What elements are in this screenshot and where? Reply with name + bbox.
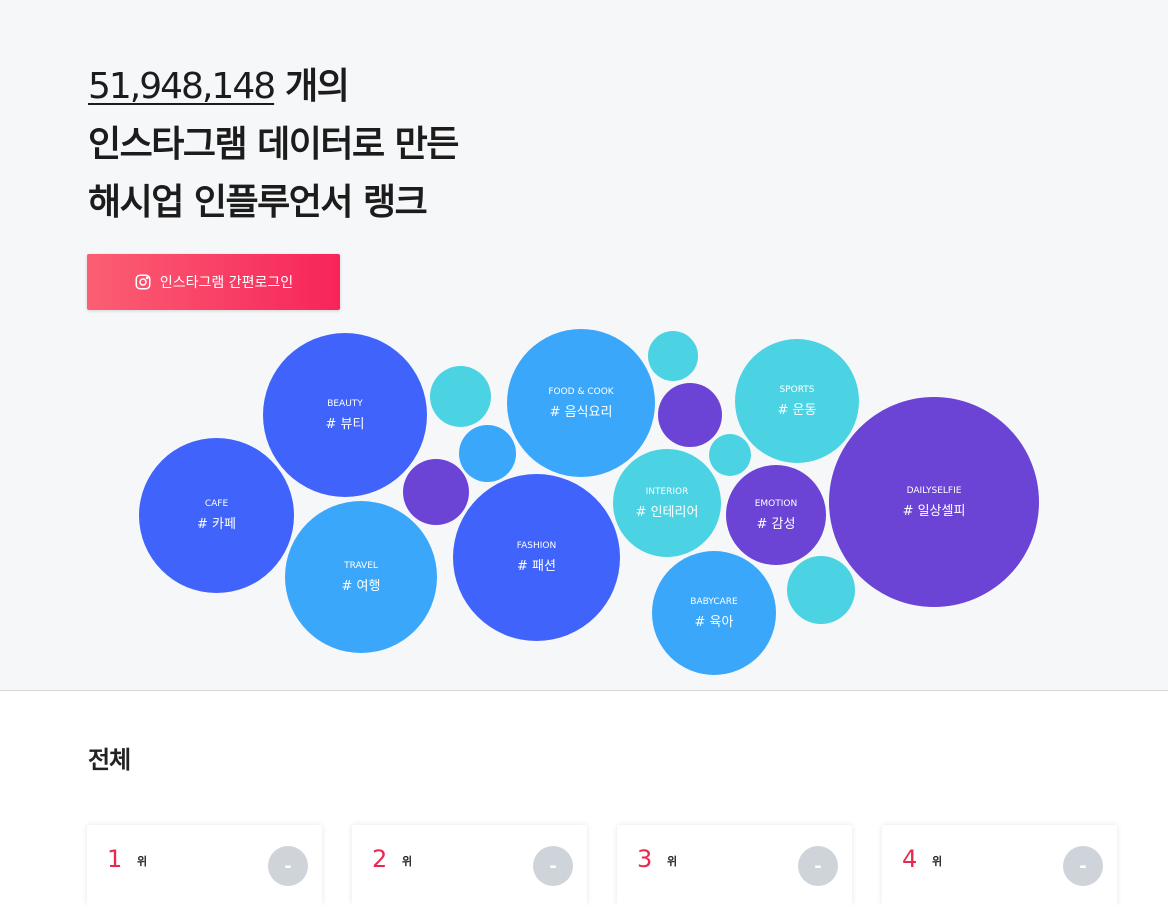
category-ko-label: # 인테리어 — [635, 504, 699, 520]
category-bubble-emotion[interactable]: EMOTION # 감성 — [726, 465, 826, 565]
category-en-label: FASHION — [516, 541, 557, 551]
category-ko-label: # 음식요리 — [549, 404, 613, 420]
category-ko-label: # 뷰티 — [325, 416, 365, 432]
rank-card[interactable]: 3 위 - — [617, 825, 852, 905]
decorative-bubble — [787, 556, 855, 624]
rank-card[interactable]: 4 위 - — [882, 825, 1117, 905]
category-ko-label: # 운동 — [777, 402, 817, 418]
decorative-bubble — [709, 434, 751, 476]
decorative-bubble — [648, 331, 698, 381]
decorative-bubble — [459, 425, 516, 482]
hero-section: 51,948,148 개의 인스타그램 데이터로 만든 해시업 인플루언서 랭크… — [0, 0, 1168, 691]
decorative-bubble — [658, 383, 722, 447]
category-bubble-sports[interactable]: SPORTS # 운동 — [735, 339, 859, 463]
avatar: - — [533, 846, 573, 886]
category-bubble-travel[interactable]: TRAVEL # 여행 — [285, 501, 437, 653]
avatar: - — [798, 846, 838, 886]
category-bubble-cloud: BEAUTY # 뷰티 CAFE # 카페 TRAVEL # 여행 FOOD &… — [0, 0, 1168, 690]
rank-suffix: 위 — [402, 855, 413, 868]
category-bubble-interior[interactable]: INTERIOR # 인테리어 — [613, 449, 721, 557]
category-en-label: SPORTS — [779, 384, 815, 395]
decorative-bubble — [430, 366, 491, 427]
avatar: - — [1063, 846, 1103, 886]
decorative-bubble — [403, 459, 469, 525]
category-en-label: INTERIOR — [645, 486, 689, 497]
category-bubble-fashion[interactable]: FASHION # 패션 — [453, 474, 620, 641]
category-en-label: BABYCARE — [690, 596, 738, 607]
category-bubble-dailyselfie[interactable]: DAILYSELFIE # 일상셀피 — [829, 397, 1039, 607]
section-title: 전체 — [88, 746, 131, 774]
category-ko-label: # 감성 — [756, 516, 796, 532]
category-en-label: DAILYSELFIE — [906, 485, 962, 496]
category-en-label: BEAUTY — [327, 398, 363, 409]
category-en-label: EMOTION — [754, 498, 798, 509]
category-ko-label: # 여행 — [341, 578, 381, 594]
category-bubble-cafe[interactable]: CAFE # 카페 — [139, 438, 294, 593]
rank-card[interactable]: 2 위 - — [352, 825, 587, 905]
category-ko-label: # 육아 — [694, 614, 734, 630]
rank-number: 1 — [107, 845, 123, 873]
rank-number: 2 — [372, 845, 388, 873]
category-ko-label: # 카페 — [197, 517, 236, 532]
category-ko-label: # 일상셀피 — [902, 503, 966, 519]
rank-number: 4 — [902, 845, 918, 873]
category-en-label: TRAVEL — [344, 560, 378, 571]
rank-suffix: 위 — [932, 855, 943, 868]
category-ko-label: # 패션 — [517, 559, 556, 574]
avatar: - — [268, 846, 308, 886]
rank-card[interactable]: 1 위 - — [87, 825, 322, 905]
rank-suffix: 위 — [667, 855, 678, 868]
rank-number: 3 — [637, 845, 653, 873]
rank-suffix: 위 — [137, 855, 148, 868]
category-bubble-babycare[interactable]: BABYCARE # 육아 — [652, 551, 776, 675]
category-en-label: FOOD & COOK — [548, 386, 614, 397]
category-bubble-food-cook[interactable]: FOOD & COOK # 음식요리 — [507, 329, 655, 477]
category-en-label: CAFE — [204, 499, 229, 509]
category-bubble-beauty[interactable]: BEAUTY # 뷰티 — [263, 333, 427, 497]
